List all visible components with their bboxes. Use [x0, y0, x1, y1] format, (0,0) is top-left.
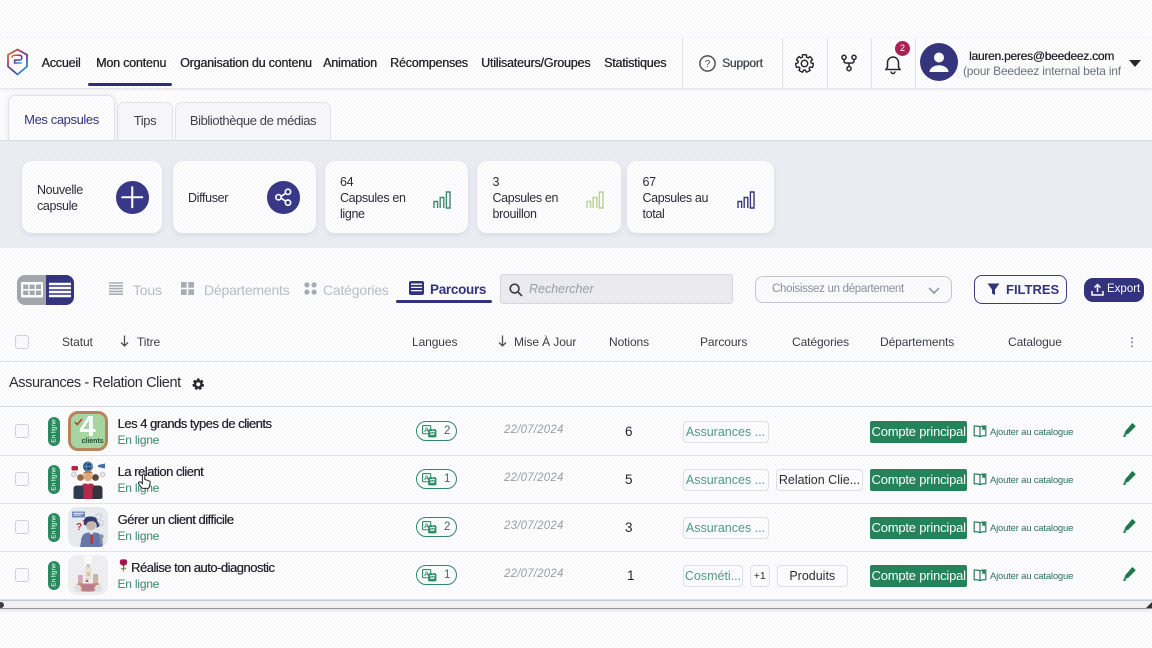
svg-text:?: ?	[705, 58, 711, 70]
